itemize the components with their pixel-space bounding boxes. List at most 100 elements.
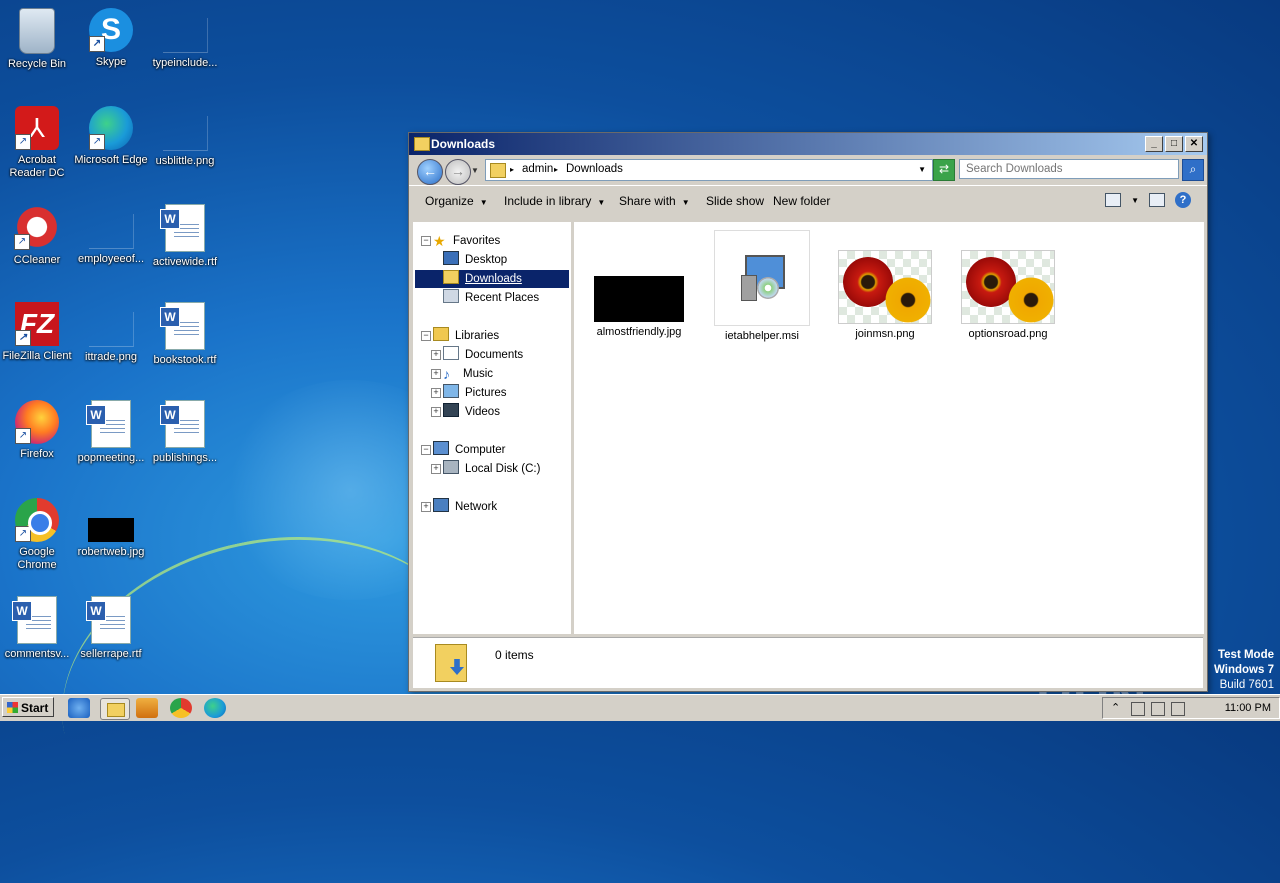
nav-label: Desktop <box>465 254 508 266</box>
nav-videos[interactable]: Videos <box>443 403 500 421</box>
collapse-computer[interactable]: − <box>421 445 431 455</box>
shortcut-arrow-icon: ↗ <box>15 330 31 346</box>
computer-icon <box>433 441 449 455</box>
breadcrumb-separator[interactable]: ▸ <box>510 165 514 174</box>
media-player-icon[interactable] <box>136 698 158 718</box>
desktop-icon-label: Firefox <box>20 448 54 460</box>
desktop-icon-popmeeting[interactable]: W popmeeting... <box>74 400 148 465</box>
close-button[interactable]: ✕ <box>1185 136 1203 152</box>
desktop-icon-chrome[interactable]: ↗ Google Chrome <box>0 498 74 572</box>
share-with-menu[interactable]: Share with ▼ <box>619 194 690 208</box>
nav-recent-places[interactable]: Recent Places <box>443 289 539 307</box>
network-status-icon[interactable] <box>1151 702 1165 716</box>
desktop-icon-activewide[interactable]: W activewide.rtf <box>148 204 222 269</box>
desktop-icon-ccleaner[interactable]: ↗ CCleaner <box>0 204 74 267</box>
desktop-icon-ittrade[interactable]: ittrade.png <box>74 302 148 364</box>
file-list[interactable]: almostfriendly.jpg ietabhelper.msi joinm… <box>574 222 1204 634</box>
expand-music[interactable]: + <box>431 369 441 379</box>
word-doc-icon: W <box>160 400 205 448</box>
nav-documents[interactable]: Documents <box>443 346 523 364</box>
change-view-icon[interactable] <box>1105 193 1122 207</box>
breadcrumb-downloads[interactable]: Downloads <box>566 163 623 175</box>
desktop-icon-bookstook[interactable]: W bookstook.rtf <box>148 302 222 367</box>
view-options-dropdown[interactable]: ▼ <box>1131 196 1139 205</box>
collapse-libraries[interactable]: − <box>421 331 431 341</box>
navigation-pane[interactable]: − ★ Favorites Desktop Downloads Recent Pl… <box>413 222 574 634</box>
address-history-dropdown[interactable]: ▼ <box>918 165 926 174</box>
desktop-icon-edge[interactable]: ↗ Microsoft Edge <box>74 106 148 167</box>
recent-pages-dropdown[interactable]: ▼ <box>471 166 479 175</box>
nav-desktop[interactable]: Desktop <box>443 251 507 269</box>
desktop-icon-typeinclude[interactable]: typeinclude... <box>148 8 222 70</box>
maximize-button[interactable]: □ <box>1165 136 1183 152</box>
edge-icon[interactable] <box>204 698 226 718</box>
minimize-button[interactable]: _ <box>1145 136 1163 152</box>
slide-show-button[interactable]: Slide show <box>706 194 764 208</box>
back-button[interactable]: ← <box>417 159 443 185</box>
nav-libraries[interactable]: Libraries <box>433 327 499 345</box>
explorer-taskbar-button[interactable] <box>100 698 130 720</box>
desktop-icon-publishings[interactable]: W publishings... <box>148 400 222 465</box>
expand-network[interactable]: + <box>421 502 431 512</box>
chrome-icon[interactable] <box>170 698 192 718</box>
forward-button[interactable]: → <box>445 159 471 185</box>
title-bar[interactable]: Downloads _ □ ✕ <box>409 133 1207 155</box>
folder-icon <box>490 163 506 178</box>
build-line: Build 7601 <box>1219 679 1274 691</box>
nav-favorites[interactable]: ★ Favorites <box>433 232 500 250</box>
desktop-icon-skype[interactable]: S ↗ Skype <box>74 8 148 69</box>
breadcrumb-separator[interactable]: ▸ <box>554 165 558 174</box>
recent-places-icon <box>443 289 459 303</box>
preview-pane-icon[interactable] <box>1149 193 1165 207</box>
desktop-icon-employeeof[interactable]: employeeof... <box>74 204 148 266</box>
internet-explorer-icon[interactable] <box>68 698 90 718</box>
action-center-flag-icon[interactable] <box>1171 702 1185 716</box>
desktop-icon-filezilla[interactable]: FZ ↗ FileZilla Client <box>0 302 74 363</box>
file-item[interactable]: almostfriendly.jpg <box>584 276 694 338</box>
help-icon[interactable]: ? <box>1175 192 1191 208</box>
expand-pictures[interactable]: + <box>431 388 441 398</box>
nav-music[interactable]: ♪ Music <box>443 365 493 383</box>
desktop-icon-commentsv[interactable]: W commentsv... <box>0 596 74 661</box>
desktop-icon-usblittle[interactable]: usblittle.png <box>148 106 222 168</box>
nav-network[interactable]: Network <box>433 498 497 516</box>
desktop-icon-recycle-bin[interactable]: Recycle Bin <box>0 8 74 71</box>
refresh-button[interactable]: ⇄ <box>933 159 955 181</box>
collapse-favorites[interactable]: − <box>421 236 431 246</box>
nav-pictures[interactable]: Pictures <box>443 384 507 402</box>
organize-menu[interactable]: Organize ▼ <box>425 194 488 208</box>
nav-computer[interactable]: Computer <box>433 441 506 459</box>
new-folder-button[interactable]: New folder <box>773 194 830 208</box>
file-item[interactable]: joinmsn.png <box>830 250 940 340</box>
include-in-library-menu[interactable]: Include in library ▼ <box>504 194 605 208</box>
desktop-icon-label: sellerrape.rtf <box>80 648 142 660</box>
desktop-icon-firefox[interactable]: ↗ Firefox <box>0 400 74 461</box>
breadcrumb-admin[interactable]: admin <box>522 163 553 175</box>
expand-local-disk[interactable]: + <box>431 464 441 474</box>
explorer-window[interactable]: Downloads _ □ ✕ ← → ▼ ▸ admin ▸ Download… <box>408 132 1208 692</box>
file-item[interactable]: ietabhelper.msi <box>707 230 817 342</box>
address-bar[interactable]: ▸ admin ▸ Downloads ▼ <box>485 159 933 181</box>
search-icon[interactable]: ⌕ <box>1182 159 1204 181</box>
expand-videos[interactable]: + <box>431 407 441 417</box>
desktop-icon-label: ittrade.png <box>85 351 137 363</box>
show-hidden-icons-button[interactable]: ⌃ <box>1111 701 1120 714</box>
volume-icon[interactable] <box>1131 702 1145 716</box>
search-input[interactable] <box>959 159 1179 179</box>
nav-downloads[interactable]: Downloads <box>415 270 569 288</box>
file-item[interactable]: optionsroad.png <box>953 250 1063 340</box>
start-button[interactable]: Start <box>2 697 54 717</box>
system-tray: ⌃ 11:00 PM <box>1102 697 1280 719</box>
videos-icon <box>443 403 459 417</box>
expand-documents[interactable]: + <box>431 350 441 360</box>
desktop-icon-acrobat[interactable]: ⅄ ↗ Acrobat Reader DC <box>0 106 74 180</box>
desktop-icon-label: Skype <box>95 56 127 68</box>
folder-icon <box>414 137 430 151</box>
test-mode-line: Test Mode <box>1217 649 1274 661</box>
desktop-icon-sellerrape[interactable]: W sellerrape.rtf <box>74 596 148 661</box>
word-badge: W <box>160 405 180 425</box>
desktop-icon-label: typeinclude... <box>152 57 218 69</box>
clock[interactable]: 11:00 PM <box>1225 702 1271 714</box>
desktop-icon-robertweb[interactable]: robertweb.jpg <box>74 498 148 559</box>
nav-local-disk[interactable]: Local Disk (C:) <box>443 460 540 478</box>
